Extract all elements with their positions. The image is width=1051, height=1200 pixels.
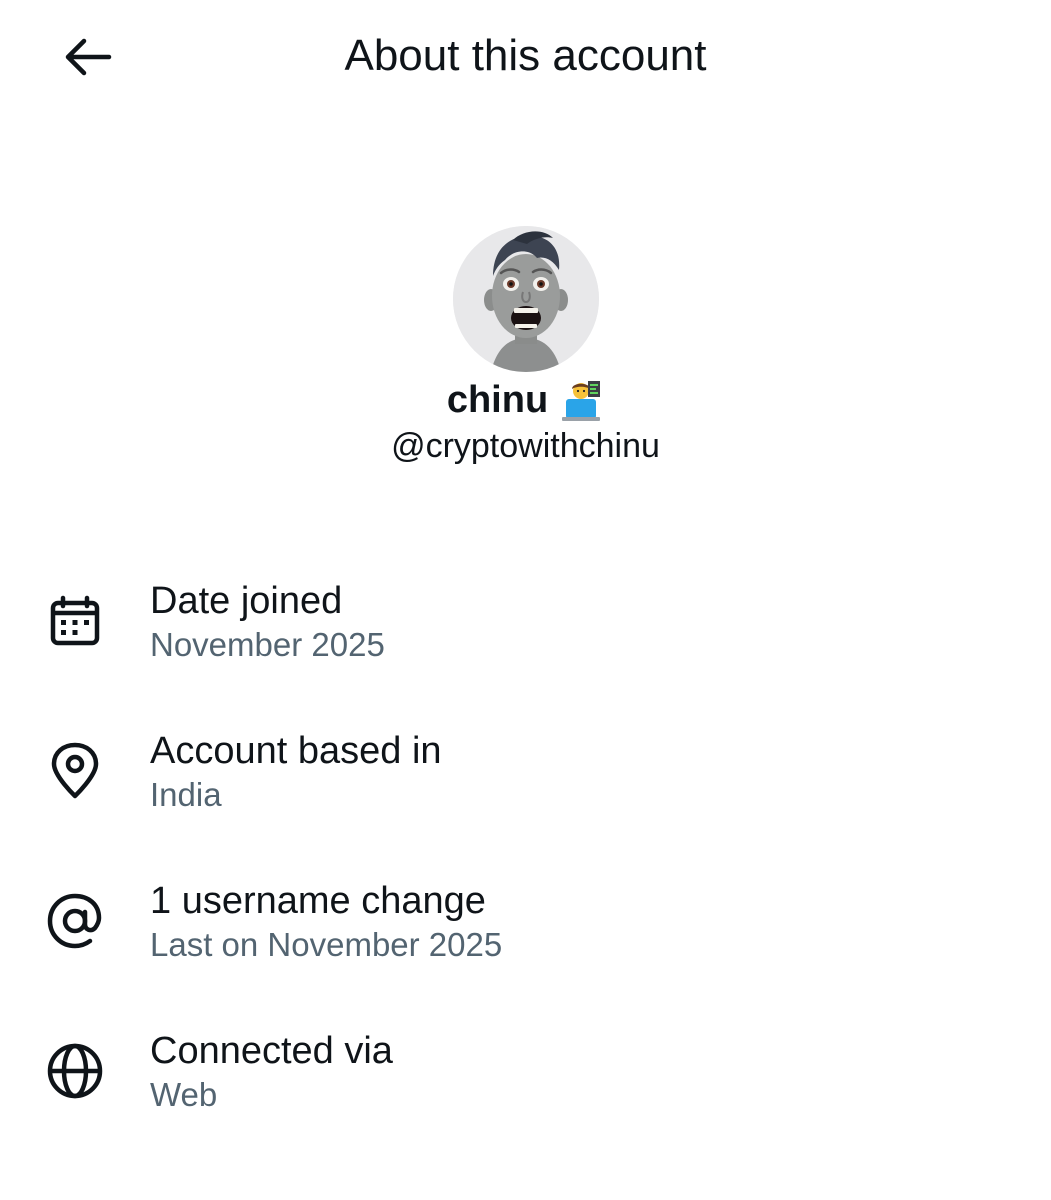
connected-via-value: Web <box>150 1076 218 1113</box>
username-change-text: 1 username change Last on November 2025 <box>150 878 502 966</box>
avatar-image <box>452 226 599 372</box>
username-change-value: Last on November 2025 <box>150 926 503 963</box>
connected-via-label: Connected via <box>150 1030 393 1072</box>
account-based-in-value: India <box>150 776 222 813</box>
date-joined-text: Date joined November 2025 <box>150 578 385 666</box>
location-pin-icon <box>46 742 104 800</box>
globe-icon <box>46 1042 104 1100</box>
avatar[interactable] <box>452 226 599 372</box>
profile-summary: chinu @cryptowithchinu <box>0 226 1051 468</box>
connected-via-text: Connected via Web <box>150 1028 393 1116</box>
page-title: About this account <box>344 31 707 80</box>
at-sign-icon <box>46 892 104 950</box>
username-change-label: 1 username change <box>150 880 486 922</box>
date-joined-label: Date joined <box>150 580 343 622</box>
account-info-list: Date joined November 2025 Account based … <box>0 570 1051 1170</box>
technologist-emoji-icon <box>562 381 601 421</box>
date-joined-value: November 2025 <box>150 626 385 663</box>
account-based-in-text: Account based in India <box>150 728 442 816</box>
display-name: chinu <box>446 379 549 421</box>
user-handle: @cryptowithchinu <box>391 427 660 465</box>
display-name-row: chinu <box>0 376 1051 424</box>
account-based-in-item: Account based in India <box>0 720 1051 870</box>
calendar-icon <box>46 592 104 650</box>
connected-via-item: Connected via Web <box>0 1020 1051 1170</box>
username-change-item: 1 username change Last on November 2025 <box>0 870 1051 1020</box>
date-joined-item: Date joined November 2025 <box>0 570 1051 720</box>
top-bar: About this account <box>0 0 1051 112</box>
account-based-in-label: Account based in <box>150 730 442 772</box>
